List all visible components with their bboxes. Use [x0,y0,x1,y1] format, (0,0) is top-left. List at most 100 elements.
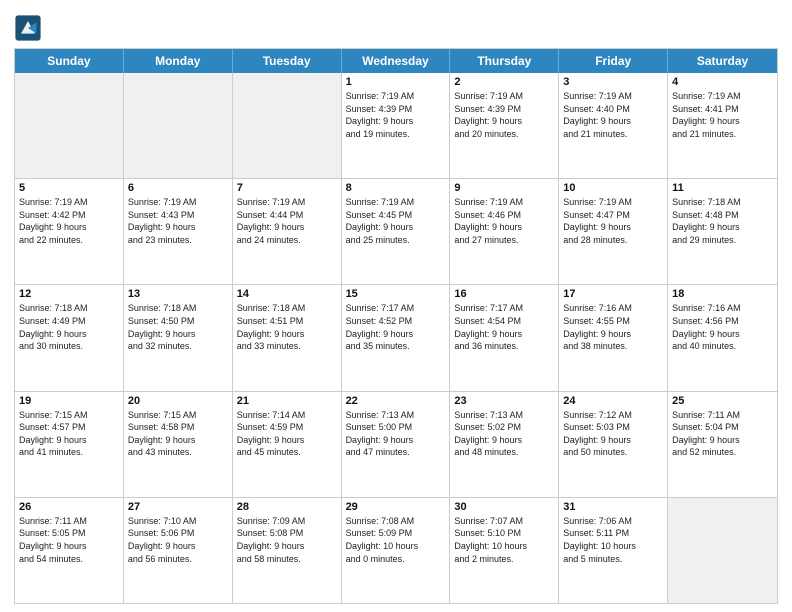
day-number: 23 [454,395,554,407]
day-info: Sunrise: 7:19 AM Sunset: 4:45 PM Dayligh… [346,196,446,246]
calendar-cell [15,73,124,178]
calendar-cell: 13Sunrise: 7:18 AM Sunset: 4:50 PM Dayli… [124,285,233,390]
day-number: 14 [237,288,337,300]
calendar-cell: 27Sunrise: 7:10 AM Sunset: 5:06 PM Dayli… [124,498,233,603]
calendar-cell [233,73,342,178]
day-number: 28 [237,501,337,513]
calendar-cell: 29 Sunrise: 7:08 AM Sunset: 5:09 PM Dayli… [342,498,451,603]
calendar-cell [668,498,777,603]
day-number: 27 [128,501,228,513]
calendar-header-cell: Sunday [15,49,124,73]
calendar-cell: 23Sunrise: 7:13 AM Sunset: 5:02 PM Dayli… [450,392,559,497]
day-number: 24 [563,395,663,407]
day-info: Sunrise: 7:15 AM Sunset: 4:57 PM Dayligh… [19,409,119,459]
day-info: Sunrise: 7:18 AM Sunset: 4:50 PM Dayligh… [128,302,228,352]
day-info: Sunrise: 7:11 AM Sunset: 5:04 PM Dayligh… [672,409,773,459]
calendar-cell: 20 Sunrise: 7:15 AM Sunset: 4:58 PM Dayli… [124,392,233,497]
day-info: Sunrise: 7:13 AM Sunset: 5:00 PM Dayligh… [346,409,446,459]
day-number: 1 [346,76,446,88]
logo-icon [14,14,42,42]
calendar-week-1: 1 Sunrise: 7:19 AM Sunset: 4:39 PM Daylig… [15,73,777,178]
day-number: 21 [237,395,337,407]
calendar-week-4: 19 Sunrise: 7:15 AM Sunset: 4:57 PM Dayli… [15,391,777,497]
day-info: Sunrise: 7:19 AM Sunset: 4:44 PM Dayligh… [237,196,337,246]
calendar-cell: 2Sunrise: 7:19 AM Sunset: 4:39 PM Daylig… [450,73,559,178]
calendar-cell: 4 Sunrise: 7:19 AM Sunset: 4:41 PM Daylig… [668,73,777,178]
day-number: 10 [563,182,663,194]
day-number: 20 [128,395,228,407]
calendar-cell: 15Sunrise: 7:17 AM Sunset: 4:52 PM Dayli… [342,285,451,390]
day-info: Sunrise: 7:07 AM Sunset: 5:10 PM Dayligh… [454,515,554,565]
calendar-header-cell: Friday [559,49,668,73]
calendar-cell: 18 Sunrise: 7:16 AM Sunset: 4:56 PM Dayli… [668,285,777,390]
day-number: 18 [672,288,773,300]
day-info: Sunrise: 7:19 AM Sunset: 4:41 PM Dayligh… [672,90,773,140]
calendar-header-cell: Monday [124,49,233,73]
day-number: 16 [454,288,554,300]
day-number: 15 [346,288,446,300]
day-info: Sunrise: 7:15 AM Sunset: 4:58 PM Dayligh… [128,409,228,459]
calendar-cell: 14 Sunrise: 7:18 AM Sunset: 4:51 PM Dayli… [233,285,342,390]
day-info: Sunrise: 7:19 AM Sunset: 4:47 PM Dayligh… [563,196,663,246]
calendar-cell: 8 Sunrise: 7:19 AM Sunset: 4:45 PM Daylig… [342,179,451,284]
day-number: 17 [563,288,663,300]
calendar-cell: 11 Sunrise: 7:18 AM Sunset: 4:48 PM Dayli… [668,179,777,284]
logo [14,14,46,42]
day-number: 12 [19,288,119,300]
calendar-cell: 1 Sunrise: 7:19 AM Sunset: 4:39 PM Daylig… [342,73,451,178]
day-number: 3 [563,76,663,88]
calendar-week-2: 5Sunrise: 7:19 AM Sunset: 4:42 PM Daylig… [15,178,777,284]
calendar-cell: 22 Sunrise: 7:13 AM Sunset: 5:00 PM Dayli… [342,392,451,497]
header [14,10,778,42]
calendar-cell: 26 Sunrise: 7:11 AM Sunset: 5:05 PM Dayli… [15,498,124,603]
day-info: Sunrise: 7:16 AM Sunset: 4:56 PM Dayligh… [672,302,773,352]
calendar-cell: 10 Sunrise: 7:19 AM Sunset: 4:47 PM Dayli… [559,179,668,284]
day-number: 26 [19,501,119,513]
calendar-week-5: 26 Sunrise: 7:11 AM Sunset: 5:05 PM Dayli… [15,497,777,603]
calendar-header: SundayMondayTuesdayWednesdayThursdayFrid… [15,49,777,73]
calendar-header-cell: Tuesday [233,49,342,73]
day-info: Sunrise: 7:08 AM Sunset: 5:09 PM Dayligh… [346,515,446,565]
calendar-header-cell: Wednesday [342,49,451,73]
calendar-cell: 19 Sunrise: 7:15 AM Sunset: 4:57 PM Dayli… [15,392,124,497]
calendar-cell: 7Sunrise: 7:19 AM Sunset: 4:44 PM Daylig… [233,179,342,284]
day-number: 4 [672,76,773,88]
calendar-cell: 31Sunrise: 7:06 AM Sunset: 5:11 PM Dayli… [559,498,668,603]
day-number: 31 [563,501,663,513]
day-info: Sunrise: 7:11 AM Sunset: 5:05 PM Dayligh… [19,515,119,565]
calendar: SundayMondayTuesdayWednesdayThursdayFrid… [14,48,778,604]
day-info: Sunrise: 7:16 AM Sunset: 4:55 PM Dayligh… [563,302,663,352]
day-number: 29 [346,501,446,513]
calendar-header-cell: Saturday [668,49,777,73]
calendar-cell: 9 Sunrise: 7:19 AM Sunset: 4:46 PM Daylig… [450,179,559,284]
calendar-cell: 16 Sunrise: 7:17 AM Sunset: 4:54 PM Dayli… [450,285,559,390]
day-number: 8 [346,182,446,194]
day-info: Sunrise: 7:19 AM Sunset: 4:39 PM Dayligh… [346,90,446,140]
calendar-cell: 21 Sunrise: 7:14 AM Sunset: 4:59 PM Dayli… [233,392,342,497]
day-info: Sunrise: 7:19 AM Sunset: 4:43 PM Dayligh… [128,196,228,246]
day-number: 5 [19,182,119,194]
calendar-header-cell: Thursday [450,49,559,73]
day-number: 11 [672,182,773,194]
day-info: Sunrise: 7:17 AM Sunset: 4:54 PM Dayligh… [454,302,554,352]
calendar-cell: 17 Sunrise: 7:16 AM Sunset: 4:55 PM Dayli… [559,285,668,390]
calendar-cell: 3 Sunrise: 7:19 AM Sunset: 4:40 PM Daylig… [559,73,668,178]
day-number: 9 [454,182,554,194]
calendar-body: 1 Sunrise: 7:19 AM Sunset: 4:39 PM Daylig… [15,73,777,603]
day-info: Sunrise: 7:18 AM Sunset: 4:48 PM Dayligh… [672,196,773,246]
day-info: Sunrise: 7:09 AM Sunset: 5:08 PM Dayligh… [237,515,337,565]
day-info: Sunrise: 7:14 AM Sunset: 4:59 PM Dayligh… [237,409,337,459]
calendar-cell [124,73,233,178]
day-number: 30 [454,501,554,513]
day-info: Sunrise: 7:19 AM Sunset: 4:40 PM Dayligh… [563,90,663,140]
day-number: 25 [672,395,773,407]
calendar-week-3: 12Sunrise: 7:18 AM Sunset: 4:49 PM Dayli… [15,284,777,390]
day-info: Sunrise: 7:18 AM Sunset: 4:51 PM Dayligh… [237,302,337,352]
day-number: 22 [346,395,446,407]
day-number: 19 [19,395,119,407]
day-info: Sunrise: 7:12 AM Sunset: 5:03 PM Dayligh… [563,409,663,459]
day-number: 6 [128,182,228,194]
day-info: Sunrise: 7:19 AM Sunset: 4:46 PM Dayligh… [454,196,554,246]
calendar-cell: 25 Sunrise: 7:11 AM Sunset: 5:04 PM Dayli… [668,392,777,497]
calendar-cell: 12Sunrise: 7:18 AM Sunset: 4:49 PM Dayli… [15,285,124,390]
